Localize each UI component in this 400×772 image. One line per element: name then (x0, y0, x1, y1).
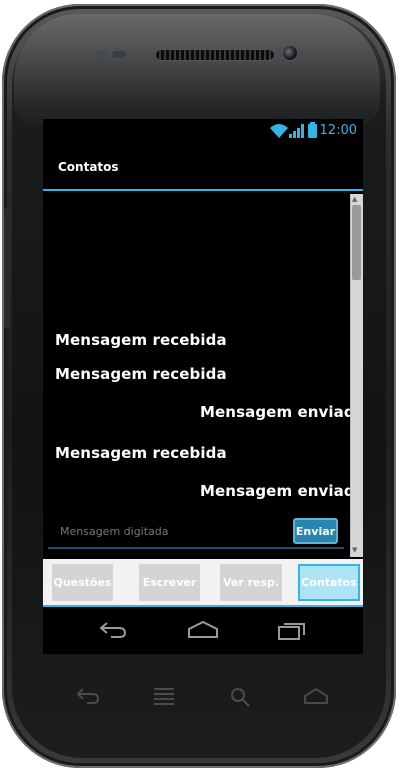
status-bar: 12:00 (43, 119, 363, 143)
message-received: Mensagem recebida (55, 365, 227, 383)
device-screen: 12:00 Contatos Mensagem recebida Mensage… (43, 119, 363, 654)
home-icon[interactable] (302, 686, 330, 706)
battery-icon (308, 122, 317, 138)
proximity-sensor (95, 51, 109, 58)
status-clock: 12:00 (319, 123, 357, 138)
signal-icon (289, 124, 304, 138)
light-sensor (112, 51, 126, 58)
message-sent: Mensagem enviada (200, 403, 363, 421)
wifi-icon (270, 124, 288, 138)
scroll-up-icon[interactable]: ▲ (352, 195, 357, 203)
action-bar: Contatos (43, 143, 363, 191)
back-icon[interactable] (97, 619, 129, 639)
message-received: Mensagem recebida (55, 331, 227, 349)
tab-questoes[interactable]: Questões (52, 564, 113, 601)
earpiece-speaker (155, 49, 275, 61)
tab-escrever[interactable]: Escrever (139, 564, 200, 601)
scrollbar-thumb[interactable] (352, 205, 361, 280)
menu-icon[interactable] (152, 686, 176, 708)
scroll-down-icon[interactable]: ▼ (352, 546, 357, 554)
tab-ver-resp[interactable]: Ver resp. (220, 564, 282, 601)
home-icon[interactable] (186, 619, 220, 639)
search-icon[interactable] (229, 686, 251, 708)
volume-button[interactable] (4, 208, 10, 328)
navigation-bar (43, 607, 363, 654)
message-received: Mensagem recebida (55, 444, 227, 462)
front-camera-icon (282, 45, 298, 61)
tab-contatos[interactable]: Contatos (298, 564, 360, 601)
send-button[interactable]: Enviar (293, 518, 338, 544)
page-title: Contatos (58, 160, 119, 174)
phone-gloss (14, 14, 380, 124)
back-icon[interactable] (75, 686, 101, 706)
recents-icon[interactable] (276, 619, 308, 641)
tab-bar: Questões Escrever Ver resp. Contatos (43, 559, 363, 607)
message-sent: Mensagem enviada (200, 482, 363, 500)
